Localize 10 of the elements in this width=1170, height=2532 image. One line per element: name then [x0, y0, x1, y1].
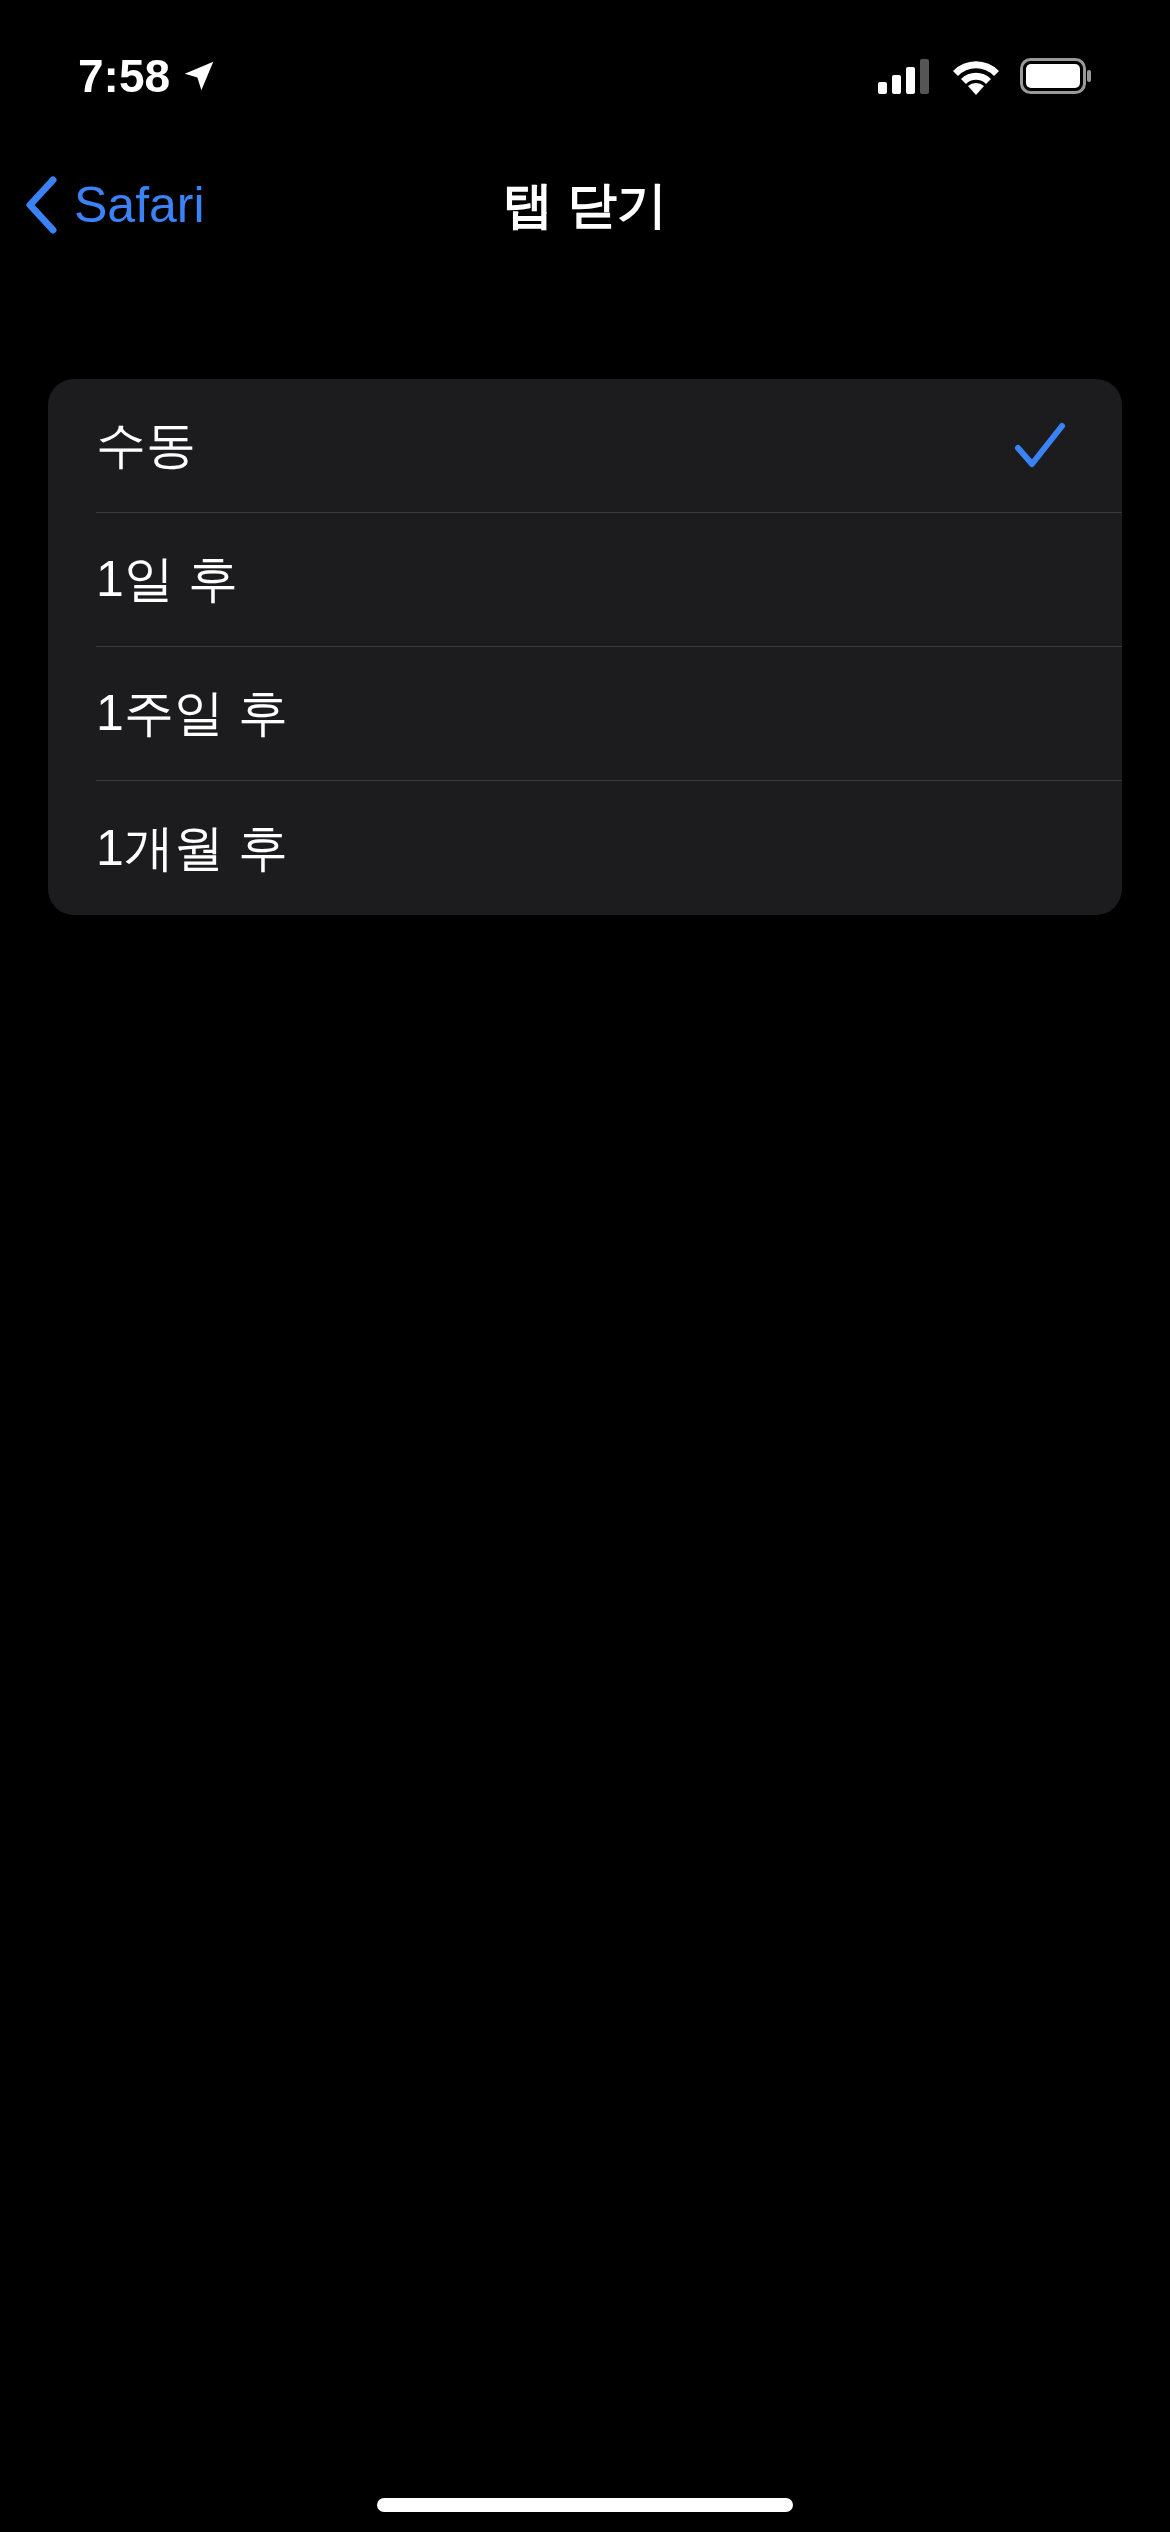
back-button[interactable]: Safari: [24, 167, 205, 243]
option-label[interactable]: 1일 후: [96, 542, 238, 617]
option-label[interactable]: 1주일 후: [96, 676, 288, 751]
battery-icon: [1020, 58, 1092, 94]
option-label[interactable]: 수동: [96, 408, 196, 483]
page-title: 탭 닫기: [503, 175, 667, 235]
signal-icon: [878, 58, 932, 94]
chevron-left-icon: [24, 176, 58, 234]
status-time: 7:58: [78, 48, 171, 104]
option-label[interactable]: 1개월 후: [96, 810, 288, 886]
